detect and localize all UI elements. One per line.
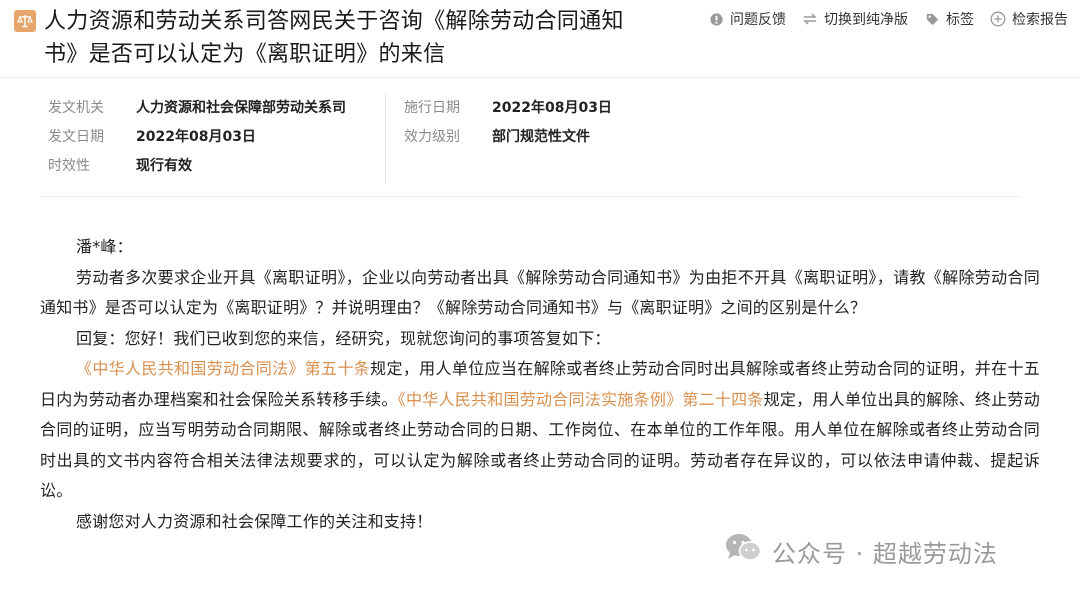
watermark-text: 公众号 · 超越劳动法 xyxy=(772,539,998,568)
document-meta: 发文机关 人力资源和社会保障部劳动关系司 发文日期 2022年08月03日 时效… xyxy=(40,90,1020,197)
page: 人力资源和劳动关系司答网民关于咨询《解除劳动合同通知书》是否可以认定为《离职证明… xyxy=(0,0,1080,595)
plus-circle-icon xyxy=(990,11,1006,27)
reply-intro-paragraph: 回复：您好！我们已收到您的来信，经研究，现就您询问的事项答复如下： xyxy=(76,328,611,348)
labor-contract-regulation-article-24-link[interactable]: 《中华人民共和国劳动合同法实施条例》第二十四条 xyxy=(398,390,764,409)
meta-validity-value: 现行有效 xyxy=(136,158,192,174)
law-citation-paragraph: 《中华人民共和国劳动合同法》第五十条规定，用人单位应当在解除或者终止劳动合同时出… xyxy=(40,354,1040,507)
tag-icon xyxy=(924,11,940,27)
feedback-label: 问题反馈 xyxy=(730,12,786,28)
feedback-icon xyxy=(708,11,724,27)
switch-clean-label: 切换到纯净版 xyxy=(824,12,908,28)
document-header: 人力资源和劳动关系司答网民关于咨询《解除劳动合同通知书》是否可以认定为《离职证明… xyxy=(0,0,1080,78)
switch-clean-version-button[interactable]: 切换到纯净版 xyxy=(802,9,908,29)
meta-issuer-value: 人力资源和社会保障部劳动关系司 xyxy=(136,100,346,116)
meta-issue-date: 发文日期 2022年08月03日 xyxy=(48,127,256,147)
meta-validity-label: 时效性 xyxy=(48,158,90,174)
question-paragraph: 劳动者多次要求企业开具《离职证明》，企业以向劳动者出具《解除劳动合同通知书》为由… xyxy=(40,267,1040,318)
meta-issue-date-label: 发文日期 xyxy=(48,129,104,145)
meta-issuer-label: 发文机关 xyxy=(48,100,104,116)
meta-level-value: 部门规范性文件 xyxy=(492,129,590,145)
meta-effective-date-value: 2022年08月03日 xyxy=(492,100,612,116)
meta-issue-date-value: 2022年08月03日 xyxy=(136,129,256,145)
search-report-button[interactable]: 检索报告 xyxy=(990,9,1068,29)
meta-effective-date: 施行日期 2022年08月03日 xyxy=(404,98,612,118)
tag-button[interactable]: 标签 xyxy=(924,9,974,29)
wechat-icon xyxy=(724,532,762,570)
meta-effective-date-label: 施行日期 xyxy=(404,100,460,116)
wechat-watermark: 公众号 · 超越劳动法 xyxy=(724,532,998,570)
document-body: 潘*峰： 劳动者多次要求企业开具《离职证明》，企业以向劳动者出具《解除劳动合同通… xyxy=(40,232,1040,537)
meta-divider xyxy=(385,92,386,184)
meta-validity: 时效性 现行有效 xyxy=(48,156,192,176)
labor-contract-law-article-50-link[interactable]: 《中华人民共和国劳动合同法》第五十条 xyxy=(76,359,370,378)
toolbar: 问题反馈 切换到纯净版 标签 检索报告 xyxy=(708,9,1068,29)
search-report-label: 检索报告 xyxy=(1012,12,1068,28)
feedback-button[interactable]: 问题反馈 xyxy=(708,9,786,29)
switch-arrows-icon xyxy=(802,11,818,27)
scales-icon xyxy=(14,10,36,32)
meta-issuer: 发文机关 人力资源和社会保障部劳动关系司 xyxy=(48,98,346,118)
page-title: 人力资源和劳动关系司答网民关于咨询《解除劳动合同通知书》是否可以认定为《离职证明… xyxy=(44,9,624,67)
meta-level: 效力级别 部门规范性文件 xyxy=(404,127,590,147)
meta-level-label: 效力级别 xyxy=(404,129,460,145)
greeting-paragraph: 潘*峰： xyxy=(76,237,133,256)
tag-label: 标签 xyxy=(946,12,974,28)
